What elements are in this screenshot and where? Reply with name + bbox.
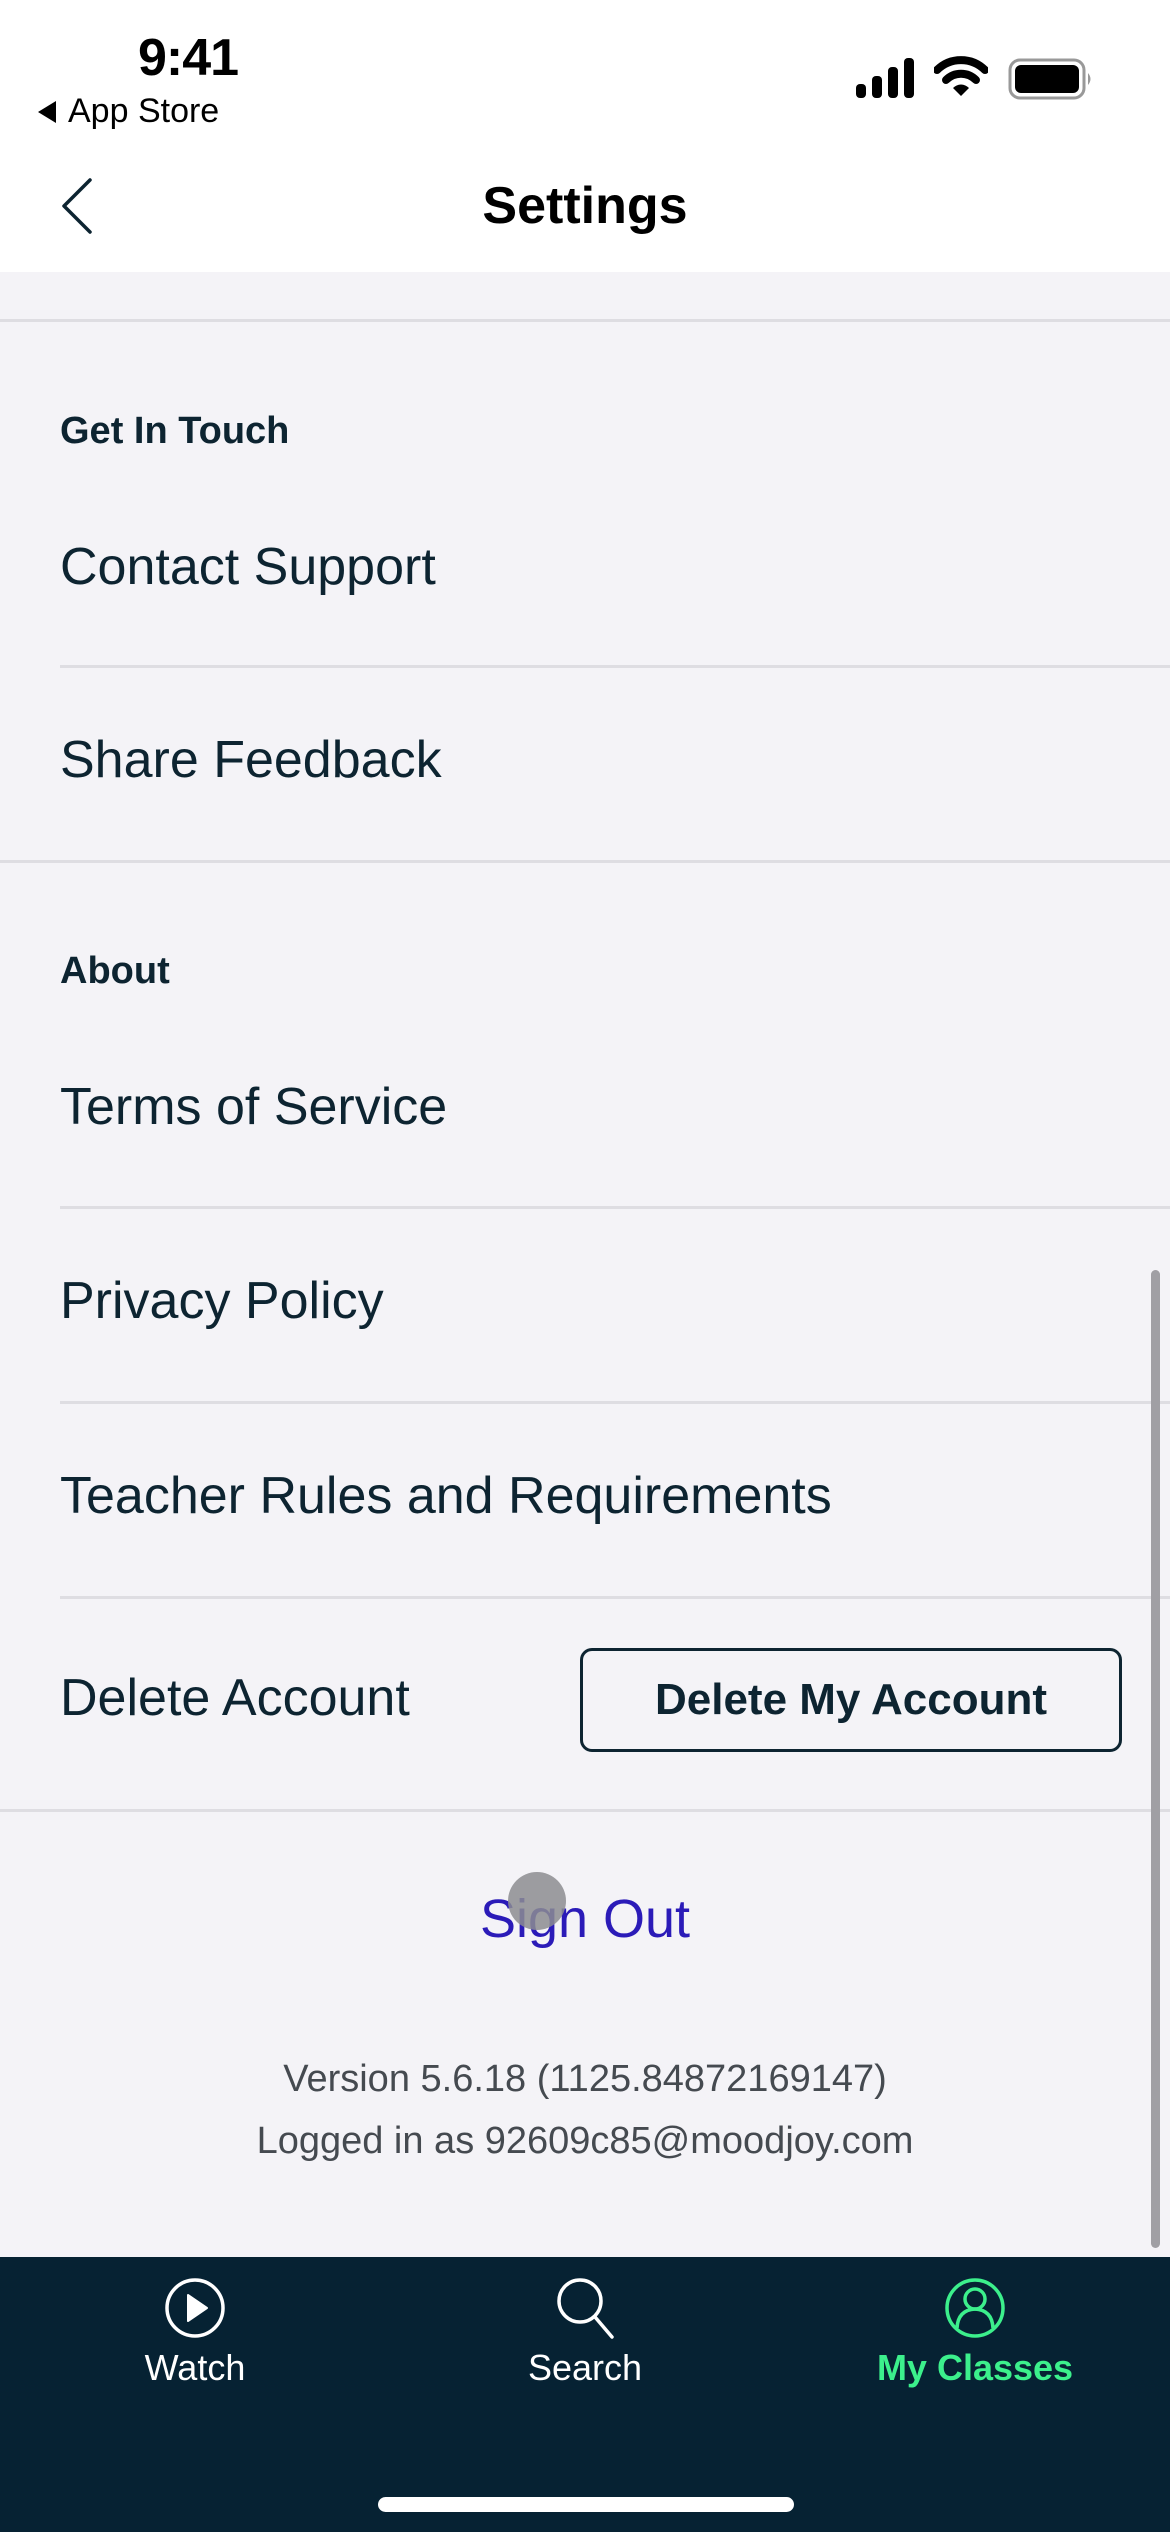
list-item-privacy-policy[interactable]: Privacy Policy (0, 1209, 1150, 1399)
battery-icon (1008, 58, 1091, 100)
back-app-label: App Store (68, 92, 220, 130)
sign-out-button[interactable]: Sign Out (0, 1888, 1170, 1950)
user-circle-icon (945, 2278, 1005, 2338)
tab-my-classes[interactable]: My Classes (780, 2277, 1170, 2427)
divider (60, 1596, 1170, 1599)
list-item-teacher-rules[interactable]: Teacher Rules and Requirements (0, 1404, 1150, 1594)
status-time: 9:41 (138, 29, 239, 87)
back-triangle-icon (38, 100, 56, 123)
list-item-label: Terms of Service (60, 1078, 448, 1136)
top-bar: 9:41 App Store Settings (0, 0, 1170, 272)
list-item-label: Teacher Rules and Requirements (60, 1467, 832, 1525)
wifi-icon (934, 56, 988, 96)
section-heading-about: About (60, 950, 170, 992)
divider (0, 1809, 1170, 1812)
tab-label: Search (527, 2347, 643, 2388)
delete-my-account-button[interactable]: Delete My Account (580, 1648, 1122, 1752)
touch-indicator (508, 1872, 566, 1930)
signal-icon (856, 58, 914, 98)
divider (0, 319, 1170, 322)
list-item-label: Privacy Policy (60, 1272, 384, 1330)
logged-in-text: Logged in as 92609c85@moodjoy.com (256, 2120, 914, 2162)
scrollbar[interactable] (1151, 1270, 1160, 2248)
home-indicator (378, 2497, 794, 2512)
tab-bar: Watch Search My Classes (0, 2257, 1170, 2532)
list-item-terms-of-service[interactable]: Terms of Service (0, 1015, 1150, 1205)
search-icon (557, 2278, 614, 2339)
delete-account-label: Delete Account (60, 1669, 410, 1727)
list-item-contact-support[interactable]: Contact Support (0, 475, 1150, 665)
divider (0, 860, 1170, 863)
play-circle-icon (165, 2278, 225, 2338)
tab-search[interactable]: Search (390, 2277, 780, 2427)
list-item-label: Contact Support (60, 538, 436, 596)
list-item-label: Share Feedback (60, 731, 442, 789)
tab-label: Watch (144, 2347, 246, 2388)
page-title: Settings (482, 177, 688, 235)
tab-watch[interactable]: Watch (0, 2277, 390, 2427)
version-text: Version 5.6.18 (1125.84872169147) (283, 2058, 887, 2100)
section-heading-get-in-touch: Get In Touch (60, 410, 290, 452)
tab-label: My Classes (876, 2347, 1074, 2388)
back-to-app-store[interactable]: App Store (38, 92, 219, 131)
list-item-share-feedback[interactable]: Share Feedback (0, 668, 1150, 858)
